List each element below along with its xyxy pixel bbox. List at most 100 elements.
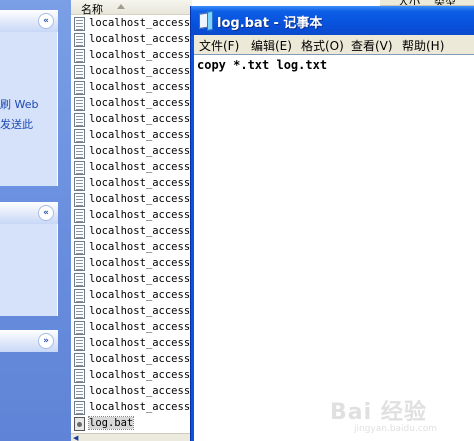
file-row[interactable]: localhost_access_l (71, 160, 192, 176)
text-file-icon (74, 225, 85, 239)
text-file-icon (74, 193, 85, 207)
file-name: localhost_access_l (89, 145, 192, 157)
notepad-window[interactable]: log.bat - 记事本 文件(F) 编辑(E) 格式(O) 查看(V) 帮助… (190, 6, 474, 441)
file-row[interactable]: localhost_access_l (71, 64, 192, 80)
file-name: localhost_access_l (89, 177, 192, 189)
file-list[interactable]: 名称 localhost_access_l localhost_access_l l… (71, 0, 192, 441)
file-name: localhost_access_l (89, 289, 192, 301)
collapse-chevron-icon[interactable]: « (38, 13, 54, 29)
text-file-icon (74, 369, 85, 383)
menu-help[interactable]: 帮助(H) (402, 37, 444, 54)
menu-file[interactable]: 文件(F) (199, 37, 239, 54)
task-link-send[interactable]: 发送此 (0, 116, 33, 132)
file-row[interactable]: localhost_access_l (71, 80, 192, 96)
file-name: localhost_access_l (89, 17, 192, 29)
file-row[interactable]: localhost_access_l (71, 304, 192, 320)
file-name: localhost_access_l (89, 321, 192, 333)
menu-view[interactable]: 查看(V) (351, 37, 393, 54)
file-row[interactable]: localhost_access_l (71, 32, 192, 48)
file-row[interactable]: localhost_access_l (71, 288, 192, 304)
expand-chevron-icon[interactable]: » (38, 333, 54, 349)
file-name: localhost_access_l (89, 81, 192, 93)
file-row[interactable]: log.bat (71, 416, 192, 432)
file-row[interactable]: localhost_access_l (71, 400, 192, 416)
text-file-icon (74, 49, 85, 63)
file-row[interactable]: localhost_access_l (71, 96, 192, 112)
name-column-header[interactable]: 名称 (71, 0, 192, 16)
file-name: localhost_access_l (89, 97, 192, 109)
file-name: localhost_access_l (89, 225, 192, 237)
text-file-icon (74, 17, 85, 31)
file-row[interactable]: localhost_access_l (71, 256, 192, 272)
file-row[interactable]: localhost_access_l (71, 320, 192, 336)
menu-format[interactable]: 格式(O) (301, 37, 344, 54)
name-column-label: 名称 (81, 3, 103, 16)
file-row[interactable]: localhost_access_l (71, 192, 192, 208)
task-section-2-header[interactable]: « (0, 202, 58, 224)
text-file-icon (74, 177, 85, 191)
text-file-icon (74, 385, 85, 399)
file-name: localhost_access_l (89, 401, 192, 413)
scroll-left-icon[interactable]: ◀ (73, 434, 81, 441)
editor-content[interactable]: copy *.txt log.txt (197, 58, 327, 72)
file-row[interactable]: localhost_access_l (71, 176, 192, 192)
collapse-chevron-icon[interactable]: « (38, 205, 54, 221)
file-row[interactable]: localhost_access_l (71, 240, 192, 256)
task-section-3-header[interactable]: » (0, 330, 58, 352)
file-row[interactable]: localhost_access_l (71, 272, 192, 288)
text-file-icon (74, 241, 85, 255)
file-name: localhost_access_l (89, 273, 192, 285)
file-name: localhost_access_l (89, 257, 192, 269)
file-name: localhost_access_l (89, 337, 192, 349)
file-name: localhost_access_l (89, 49, 192, 61)
text-file-icon (74, 257, 85, 271)
file-name: localhost_access_l (89, 161, 192, 173)
window-title: log.bat - 记事本 (217, 16, 323, 31)
text-file-icon (74, 401, 85, 415)
text-file-icon (74, 113, 85, 127)
notepad-icon (199, 12, 211, 29)
baidu-watermark: Bai 经验 jingyan.baidu.com (330, 386, 470, 436)
text-file-icon (74, 81, 85, 95)
task-section-1-header[interactable]: « (0, 10, 58, 32)
watermark-url: jingyan.baidu.com (354, 424, 438, 434)
file-name: localhost_access_l (89, 209, 192, 221)
text-file-icon (74, 353, 85, 367)
file-row[interactable]: localhost_access_l (71, 224, 192, 240)
menu-bar: 文件(F) 编辑(E) 格式(O) 查看(V) 帮助(H) (194, 35, 474, 54)
file-name: localhost_access_l (89, 353, 192, 365)
file-row[interactable]: localhost_access_l (71, 48, 192, 64)
file-row[interactable]: localhost_access_l (71, 368, 192, 384)
horizontal-scrollbar[interactable]: ◀ (71, 433, 192, 441)
file-name: localhost_access_l (89, 65, 192, 77)
sort-ascending-icon (117, 4, 125, 9)
file-name: localhost_access_l (89, 113, 192, 125)
text-editor[interactable]: copy *.txt log.txt (194, 54, 474, 441)
watermark-text: Bai 经验 (330, 400, 427, 425)
file-name: localhost_access_l (89, 241, 192, 253)
text-file-icon (74, 129, 85, 143)
task-link-web[interactable]: 刷 Web (0, 96, 38, 112)
text-file-icon (74, 65, 85, 79)
batch-file-icon (74, 417, 85, 431)
file-row[interactable]: localhost_access_l (71, 384, 192, 400)
task-section-1-body: 刷 Web 发送此 (0, 32, 58, 186)
file-row[interactable]: localhost_access_l (71, 112, 192, 128)
file-name: localhost_access_l (89, 33, 192, 45)
text-file-icon (74, 321, 85, 335)
text-file-icon (74, 305, 85, 319)
file-name: localhost_access_l (89, 305, 192, 317)
file-row[interactable]: localhost_access_l (71, 336, 192, 352)
file-row[interactable]: localhost_access_l (71, 128, 192, 144)
file-row[interactable]: localhost_access_l (71, 16, 192, 32)
text-file-icon (74, 33, 85, 47)
title-bar[interactable]: log.bat - 记事本 (191, 6, 474, 35)
file-name: localhost_access_l (89, 193, 192, 205)
file-row[interactable]: localhost_access_l (71, 144, 192, 160)
menu-edit[interactable]: 编辑(E) (251, 37, 292, 54)
text-file-icon (74, 273, 85, 287)
text-file-icon (74, 337, 85, 351)
file-row[interactable]: localhost_access_l (71, 208, 192, 224)
text-file-icon (74, 209, 85, 223)
file-row[interactable]: localhost_access_l (71, 352, 192, 368)
